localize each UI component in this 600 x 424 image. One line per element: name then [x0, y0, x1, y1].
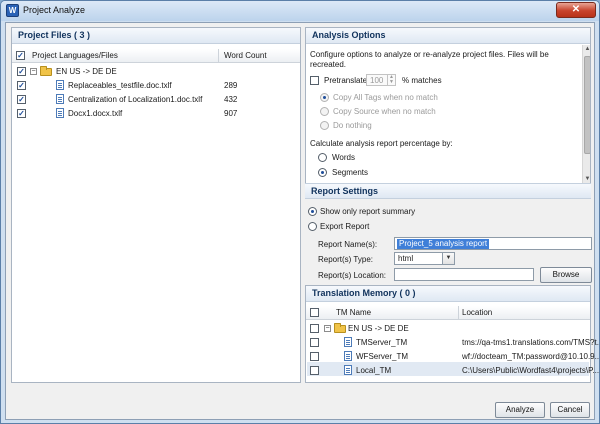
translation-memory-title: Translation Memory ( 0 ) [306, 286, 590, 302]
column-header-word-count: Word Count [224, 51, 267, 60]
tm-location: C:\Users\Public\Wordfast4\projects\P... [462, 366, 600, 375]
words-label: Words [332, 153, 355, 162]
file-word-count: 289 [224, 81, 238, 90]
tm-checkbox[interactable] [310, 338, 319, 347]
report-location-label: Report(s) Location: [318, 271, 387, 280]
export-report-radio[interactable] [308, 222, 317, 231]
folder-icon [334, 323, 346, 333]
report-location-input[interactable] [394, 268, 534, 281]
tm-location: wf://docteam_TM:password@10.10.9... [462, 352, 600, 361]
file-word-count: 432 [224, 95, 238, 104]
report-type-value: html [398, 254, 414, 263]
browse-button[interactable]: Browse [540, 267, 592, 283]
tm-location: tms://qa-tms1.translations.com/TMS?t... [462, 338, 600, 347]
copy-all-tags-radio[interactable] [320, 93, 329, 102]
pretranslate-percent-spinner[interactable]: 100 ▲ ▼ [366, 74, 396, 86]
copy-source-label: Copy Source when no match [333, 107, 436, 116]
cancel-button[interactable]: Cancel [550, 402, 590, 418]
segments-label: Segments [332, 168, 369, 177]
report-name-value: Project_5 analysis report [397, 239, 490, 249]
tm-checkbox[interactable] [310, 366, 319, 375]
translation-memory-panel: Translation Memory ( 0 ) TM Name Locatio… [305, 285, 599, 383]
matches-label: % matches [402, 76, 442, 85]
file-checkbox[interactable]: ✓ [17, 81, 26, 90]
collapse-icon[interactable]: − [324, 325, 331, 332]
project-analyze-window: W Project Analyze ✕ Project Files ( 3 ) … [0, 0, 600, 424]
analysis-options-title: Analysis Options [306, 28, 590, 44]
file-checkbox[interactable]: ✓ [17, 95, 26, 104]
project-files-panel: Project Files ( 3 ) ✓ Project Languages/… [11, 27, 301, 383]
show-summary-radio[interactable] [308, 207, 317, 216]
tm-document-icon [344, 337, 352, 347]
window-title: Project Analyze [23, 5, 86, 15]
project-files-header: ✓ Project Languages/Files Word Count [12, 49, 300, 63]
analyze-button[interactable]: Analyze [495, 402, 545, 418]
pretranslate-checkbox[interactable] [310, 76, 319, 85]
report-name-input[interactable]: Project_5 analysis report [394, 237, 592, 250]
document-icon [56, 108, 64, 118]
app-logo-icon: W [6, 4, 19, 17]
report-type-select[interactable]: html ▼ [394, 252, 455, 265]
tm-group-checkbox[interactable] [310, 324, 319, 333]
document-icon [56, 94, 64, 104]
select-all-files-checkbox[interactable]: ✓ [16, 51, 25, 60]
folder-icon [40, 66, 52, 76]
tm-document-icon [344, 351, 352, 361]
title-bar: W Project Analyze ✕ [1, 1, 599, 21]
scroll-thumb[interactable] [584, 56, 590, 154]
dialog-body: Project Files ( 3 ) ✓ Project Languages/… [5, 22, 599, 420]
project-files-title: Project Files ( 3 ) [12, 28, 300, 44]
show-summary-label: Show only report summary [320, 207, 416, 216]
tm-checkbox[interactable] [310, 352, 319, 361]
tm-name: TMServer_TM [356, 338, 408, 347]
file-name: Centralization of Localization1.doc.txlf [68, 95, 203, 104]
tm-language-pair-label: EN US -> DE DE [348, 324, 409, 333]
calc-percentage-label: Calculate analysis report percentage by: [310, 139, 453, 148]
language-pair-label: EN US -> DE DE [56, 67, 117, 76]
column-header-languages: Project Languages/Files [32, 51, 118, 60]
words-radio[interactable] [318, 153, 327, 162]
collapse-icon[interactable]: − [30, 68, 37, 75]
do-nothing-label: Do nothing [333, 121, 372, 130]
column-header-tm-name: TM Name [336, 308, 372, 317]
tm-header: TM Name Location [306, 306, 590, 320]
select-all-tm-checkbox[interactable] [310, 308, 319, 317]
scroll-up-icon[interactable]: ▲ [583, 45, 590, 54]
report-type-label: Report(s) Type: [318, 255, 373, 264]
file-name: Replaceables_testfile.doc.txlf [68, 81, 172, 90]
tm-document-icon [344, 365, 352, 375]
chevron-down-icon[interactable]: ▼ [442, 253, 454, 264]
file-word-count: 907 [224, 109, 238, 118]
segments-radio[interactable] [318, 168, 327, 177]
export-report-label: Export Report [320, 222, 370, 231]
analysis-options-panel: Analysis Options Configure options to an… [305, 27, 591, 185]
file-checkbox[interactable]: ✓ [17, 109, 26, 118]
copy-source-radio[interactable] [320, 107, 329, 116]
do-nothing-radio[interactable] [320, 121, 329, 130]
tm-name: Local_TM [356, 366, 392, 375]
analysis-scrollbar[interactable]: ▲ ▼ [582, 45, 590, 184]
column-header-location: Location [462, 308, 493, 317]
tm-name: WFServer_TM [356, 352, 408, 361]
copy-all-tags-label: Copy All Tags when no match [333, 93, 438, 102]
file-name: Docx1.docx.txlf [68, 109, 123, 118]
report-name-label: Report Name(s): [318, 240, 378, 249]
pretranslate-label: Pretranslate [324, 76, 368, 85]
spinner-arrows-icon[interactable]: ▲ ▼ [387, 75, 395, 85]
close-button[interactable]: ✕ [556, 2, 596, 18]
group-checkbox[interactable]: ✓ [17, 67, 26, 76]
analysis-description: Configure options to analyze or re-analy… [310, 50, 549, 69]
report-settings-title: Report Settings [305, 183, 591, 199]
document-icon [56, 80, 64, 90]
